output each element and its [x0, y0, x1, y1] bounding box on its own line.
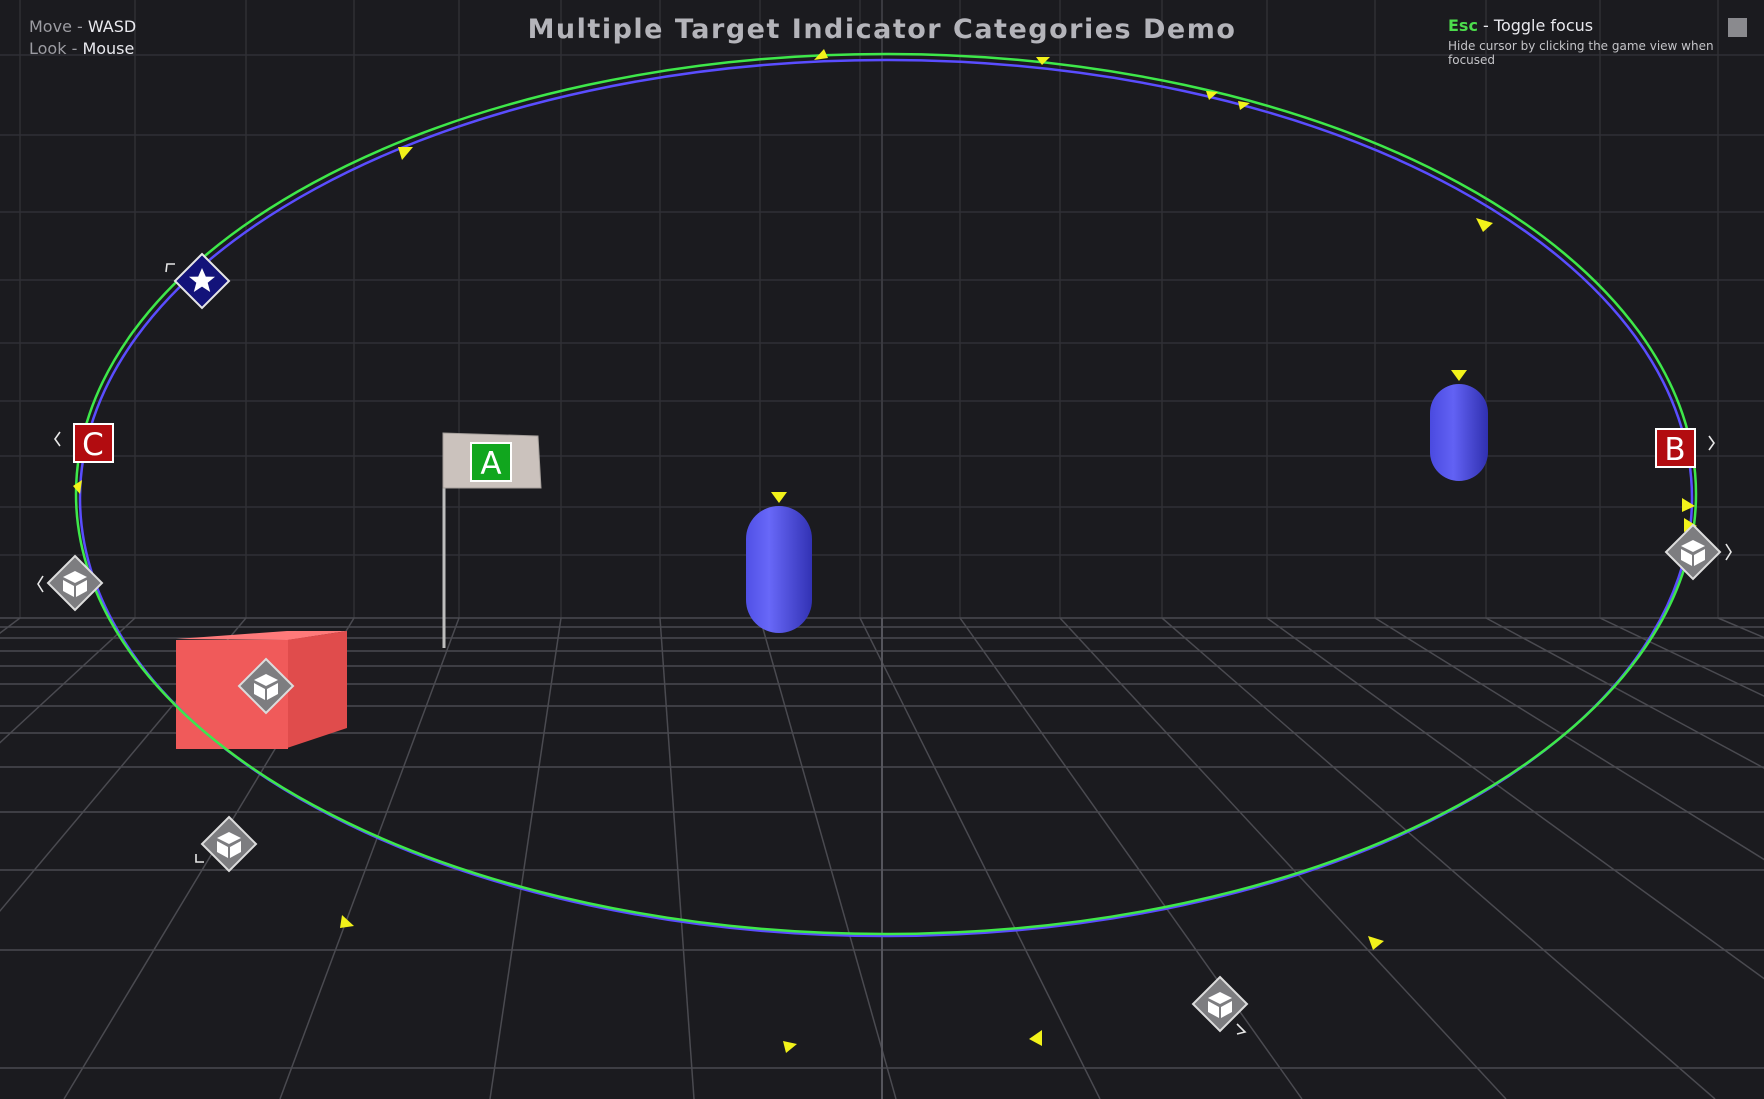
marker-b[interactable]: B: [1655, 428, 1696, 468]
focus-separator: -: [1477, 16, 1494, 35]
marker-b-label: B: [1664, 432, 1685, 468]
focus-hint: Esc - Toggle focus: [1448, 16, 1593, 35]
marker-c[interactable]: C: [73, 423, 114, 463]
cursor-hint: Hide cursor by clicking the game view wh…: [1448, 39, 1714, 67]
focus-action: Toggle focus: [1493, 16, 1594, 35]
blue-capsule-center[interactable]: [746, 506, 812, 633]
marker-a-label: A: [480, 446, 501, 482]
game-view[interactable]: A B C: [0, 0, 1764, 1099]
marker-a[interactable]: A: [470, 442, 512, 482]
focus-key: Esc: [1448, 16, 1478, 35]
focus-indicator: [1728, 18, 1747, 37]
marker-c-label: C: [82, 427, 104, 463]
blue-capsule-right[interactable]: [1430, 384, 1488, 481]
